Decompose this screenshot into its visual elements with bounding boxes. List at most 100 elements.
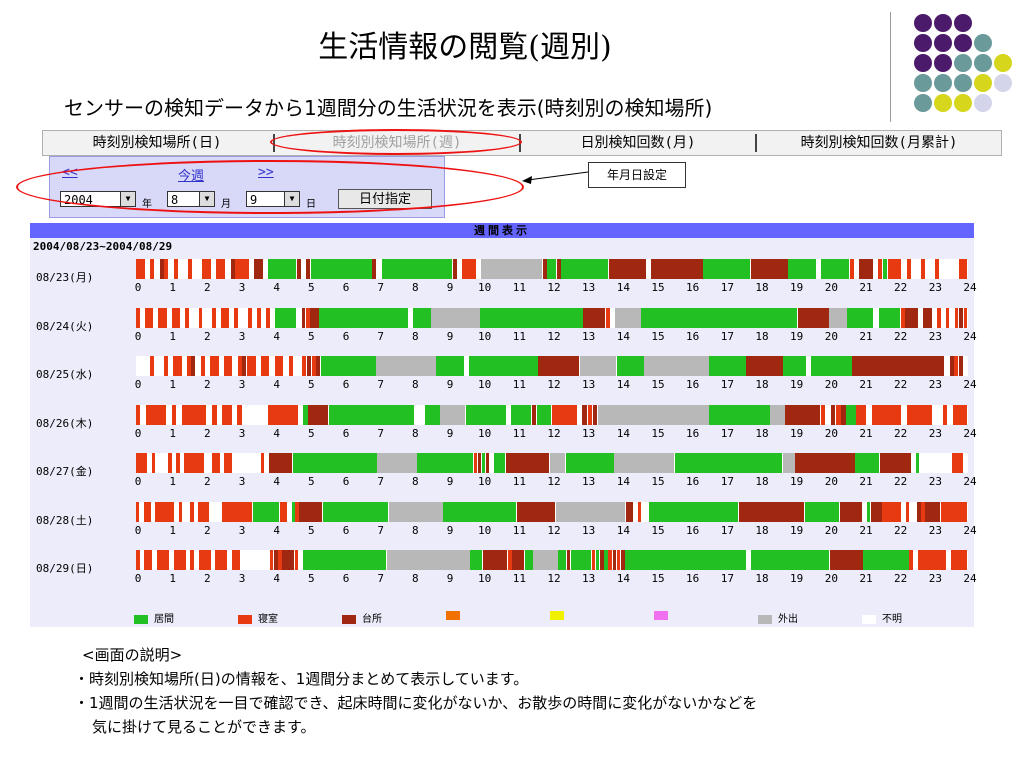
- timeline-segment: [483, 550, 508, 570]
- hour-tick-label: 20: [824, 426, 838, 440]
- day-label: 08/25(水): [36, 368, 94, 381]
- timeline-segment: [855, 453, 879, 473]
- timeline-segment: [625, 550, 746, 570]
- timeline-segment: [947, 550, 951, 570]
- timeline-segment: [256, 356, 261, 376]
- timeline-segment: [247, 307, 252, 328]
- timeline-segment: [942, 404, 948, 425]
- timeline-segment: [944, 356, 949, 376]
- timeline-segment: [254, 259, 264, 279]
- highlight-oval: [16, 160, 524, 214]
- timeline-segment: [178, 259, 188, 279]
- hour-tick-label: 5: [308, 281, 315, 294]
- timeline-segment: [186, 356, 191, 376]
- timeline-segment: [900, 307, 905, 328]
- timeline-segment: [913, 550, 918, 570]
- timeline-segment: [220, 453, 224, 473]
- timeline-segment: [415, 404, 425, 425]
- timeline-segment: [785, 404, 821, 425]
- tab-monthly-count[interactable]: 日別検知回数(月): [523, 131, 753, 155]
- timeline-segment: [386, 550, 470, 570]
- hour-tick-label: 6: [342, 426, 350, 440]
- hour-tick-label: 22: [894, 426, 908, 440]
- hour-tick-label: 23: [928, 378, 942, 391]
- hour-tick-label: 19: [790, 475, 804, 488]
- hour-tick-label: 1: [169, 426, 176, 440]
- timeline-segment: [209, 501, 221, 522]
- timeline-segment: [282, 550, 295, 570]
- hour-tick-label: 0: [134, 281, 142, 294]
- timeline-segment: [608, 550, 613, 570]
- timeline-segment: [180, 307, 185, 328]
- note-line-2: ・1週間の生活状況を一目で確認でき、起床時間に変化がないか、お散歩の時間に変化が…: [74, 694, 758, 712]
- hour-tick-label: 21: [859, 426, 873, 440]
- legend-item: 外出: [758, 610, 798, 625]
- hour-tick-label: 13: [582, 572, 596, 585]
- timeline-segment: [600, 550, 604, 570]
- timeline-segment: [152, 550, 157, 570]
- hour-tick-label: 3: [238, 329, 246, 343]
- hour-tick-label: 22: [894, 523, 908, 537]
- timeline-segment: [936, 307, 941, 328]
- hour-tick-label: 8: [412, 378, 419, 391]
- timeline-segment: [297, 307, 301, 328]
- timeline-segment: [381, 259, 453, 279]
- hour-tick-label: 7: [377, 426, 384, 440]
- hour-tick-label: 11: [512, 572, 526, 585]
- timeline-segment: [882, 259, 888, 279]
- hour-tick-label: 3: [238, 426, 246, 440]
- timeline-segment: [591, 550, 596, 570]
- hour-tick-label: 13: [582, 523, 596, 537]
- hour-tick-label: 5: [308, 523, 315, 537]
- hour-tick-label: 14: [616, 329, 630, 343]
- timeline-segment: [489, 453, 494, 473]
- timeline-segment: [870, 501, 882, 522]
- hour-tick-label: 3: [238, 523, 246, 537]
- timeline-segment: [795, 453, 855, 473]
- timeline-segment: [174, 501, 179, 522]
- timeline-segment: [921, 501, 925, 522]
- hour-tick-label: 11: [512, 523, 526, 537]
- hour-tick-label: 24: [963, 572, 977, 585]
- timeline-segment: [172, 453, 176, 473]
- timeline-segment: [561, 259, 609, 279]
- timeline-segment: [156, 453, 168, 473]
- hour-tick-label: 11: [512, 475, 526, 488]
- timeline-segment: [633, 501, 637, 522]
- hour-tick-label: 17: [720, 378, 734, 391]
- timeline-segment: [269, 550, 274, 570]
- timeline-segment: [866, 501, 871, 522]
- timeline-segment: [915, 453, 920, 473]
- hour-tick-label: 6: [342, 572, 350, 585]
- timeline-segment: [804, 501, 840, 522]
- hour-tick-label: 1: [169, 475, 176, 488]
- hour-tick-label: 4: [273, 281, 280, 294]
- timeline-segment: [485, 453, 490, 473]
- timeline-segment: [493, 453, 506, 473]
- timeline-segment: [917, 501, 921, 522]
- hour-tick-label: 23: [928, 329, 942, 343]
- timeline-segment: [221, 501, 253, 522]
- timeline-segment: [163, 356, 168, 376]
- timeline-segment: [836, 404, 841, 425]
- timeline-segment: [153, 307, 158, 328]
- timeline-segment: [296, 259, 301, 279]
- tab-daily-location[interactable]: 時刻別検知場所(日): [43, 131, 271, 155]
- timeline-segment: [169, 550, 174, 570]
- timeline-segment: [738, 501, 805, 522]
- timeline-segment: [283, 356, 288, 376]
- timeline-segment: [180, 453, 184, 473]
- tab-monthly-cumulative[interactable]: 時刻別検知回数(月累計): [759, 131, 999, 155]
- timeline-segment: [234, 307, 239, 328]
- timeline-segment: [825, 404, 831, 425]
- hour-tick-label: 15: [651, 572, 665, 585]
- timeline-segment: [220, 307, 230, 328]
- timeline-segment: [954, 307, 959, 328]
- hour-tick-label: 7: [377, 281, 384, 294]
- day-label: 08/23(月): [36, 271, 94, 284]
- timeline-segment: [227, 550, 232, 570]
- timeline-segment: [945, 307, 950, 328]
- timeline-segment: [911, 259, 921, 279]
- decorative-dot: [914, 34, 932, 52]
- hour-tick-label: 9: [446, 426, 454, 440]
